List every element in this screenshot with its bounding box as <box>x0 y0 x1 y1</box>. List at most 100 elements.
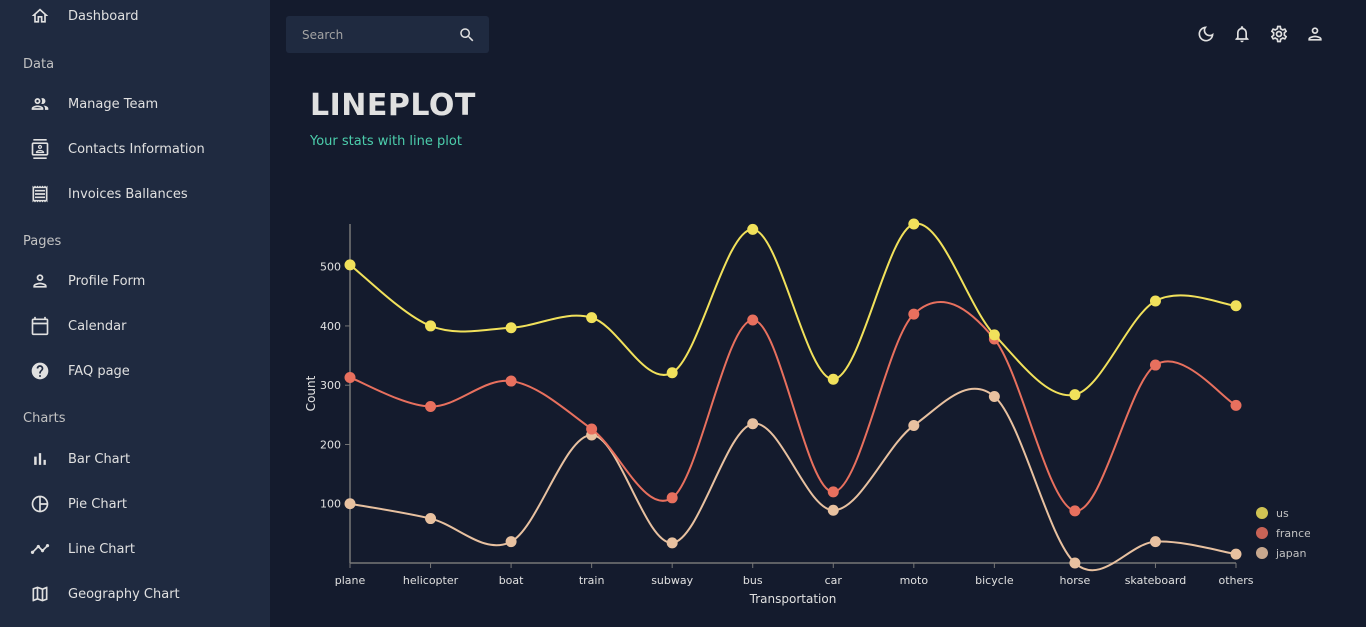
y-tick-label: 300 <box>320 379 341 392</box>
sidebar-item-line-chart[interactable]: Line Chart <box>0 529 270 569</box>
data-point-france <box>666 492 678 504</box>
y-tick-label: 200 <box>320 438 341 451</box>
legend-label-france: france <box>1276 527 1310 540</box>
series-line-us <box>349 222 1237 397</box>
data-point-japan <box>747 418 759 430</box>
data-point-japan <box>425 513 437 525</box>
data-point-japan <box>827 504 839 516</box>
section-title-pages: Pages <box>23 234 62 249</box>
page-title: LINEPLOT <box>310 88 476 123</box>
data-point-france <box>1149 359 1161 371</box>
receipt-icon <box>30 184 50 204</box>
data-point-france <box>505 375 517 387</box>
x-tick-label: bus <box>743 574 763 587</box>
timeline-icon <box>30 539 50 559</box>
x-tick-label: car <box>825 574 843 587</box>
calendar-icon <box>30 316 50 336</box>
data-point-us <box>666 367 678 379</box>
data-point-us <box>1069 389 1081 401</box>
sidebar-item-dashboard[interactable]: Dashboard <box>0 0 270 36</box>
search-button[interactable] <box>456 24 478 46</box>
profile-button[interactable] <box>1303 22 1327 46</box>
data-point-france <box>586 423 598 435</box>
data-point-us <box>747 223 759 235</box>
sidebar-item-calendar[interactable]: Calendar <box>0 306 270 346</box>
home-icon <box>30 6 50 26</box>
sidebar: Dashboard Data Manage Team Contacts Info… <box>0 0 270 627</box>
data-point-japan <box>1230 548 1242 560</box>
section-title-charts: Charts <box>23 411 66 426</box>
data-point-us <box>827 373 839 385</box>
legend-label-us: us <box>1276 507 1289 520</box>
sidebar-item-label: Dashboard <box>68 8 139 24</box>
x-tick-label: boat <box>499 574 524 587</box>
sidebar-item-label: Profile Form <box>68 273 146 289</box>
series-line-france <box>349 301 1237 512</box>
data-point-us <box>988 329 1000 341</box>
settings-icon <box>1270 25 1288 43</box>
data-point-us <box>344 259 356 271</box>
y-tick-label: 400 <box>320 320 341 333</box>
sidebar-item-label: Manage Team <box>68 96 159 112</box>
legend-swatch-france <box>1256 527 1268 539</box>
data-point-us <box>505 322 517 334</box>
sidebar-item-label: Geography Chart <box>68 586 180 602</box>
sidebar-item-label: FAQ page <box>68 363 130 379</box>
contacts-icon <box>30 139 50 159</box>
person-icon <box>30 271 50 291</box>
sidebar-item-label: Calendar <box>68 318 127 334</box>
data-point-france <box>908 308 920 320</box>
x-tick-label: horse <box>1060 574 1091 587</box>
person-icon <box>1308 27 1322 41</box>
data-point-us <box>1149 295 1161 307</box>
sidebar-item-invoices-ballances[interactable]: Invoices Ballances <box>0 174 270 214</box>
notifications-button[interactable] <box>1230 22 1254 46</box>
x-tick-label: subway <box>651 574 693 587</box>
section-title-data: Data <box>23 57 55 72</box>
help-icon <box>30 361 50 381</box>
sidebar-item-label: Line Chart <box>68 541 135 557</box>
data-point-japan <box>344 498 356 510</box>
line-chart: 100 200 300 400 500 plane helicopter boat train s… <box>304 218 1310 606</box>
data-point-france <box>425 401 437 413</box>
notifications-icon <box>1235 26 1249 43</box>
y-tick-label: 100 <box>320 498 341 511</box>
search-box <box>286 16 489 53</box>
sidebar-item-label: Bar Chart <box>68 451 131 467</box>
data-point-japan <box>908 420 920 432</box>
sidebar-item-contacts-information[interactable]: Contacts Information <box>0 129 270 169</box>
sidebar-item-faq[interactable]: FAQ page <box>0 351 270 391</box>
sidebar-item-manage-team[interactable]: Manage Team <box>0 84 270 124</box>
data-point-france <box>344 371 356 383</box>
x-tick-label: bicycle <box>975 574 1014 587</box>
data-point-france <box>747 314 759 326</box>
x-tick-label: skateboard <box>1125 574 1187 587</box>
search-input[interactable] <box>286 16 451 53</box>
dark-mode-button[interactable] <box>1194 22 1218 46</box>
data-point-japan <box>988 390 1000 402</box>
settings-button[interactable] <box>1267 22 1291 46</box>
data-point-france <box>1230 399 1242 411</box>
sidebar-item-geography-chart[interactable]: Geography Chart <box>0 574 270 614</box>
sidebar-item-pie-chart[interactable]: Pie Chart <box>0 484 270 524</box>
x-tick-label: moto <box>900 574 929 587</box>
sidebar-item-label: Invoices Ballances <box>68 186 188 202</box>
map-icon <box>30 584 50 604</box>
x-tick-label: plane <box>335 574 366 587</box>
data-point-japan <box>505 536 517 548</box>
y-axis-label: Count <box>304 375 318 411</box>
data-point-us <box>425 320 437 332</box>
dark-mode-icon <box>1198 26 1214 42</box>
sidebar-item-profile-form[interactable]: Profile Form <box>0 261 270 301</box>
sidebar-item-label: Pie Chart <box>68 496 128 512</box>
people-icon <box>30 94 50 114</box>
page-subtitle: Your stats with line plot <box>310 134 462 149</box>
data-point-japan <box>1069 557 1081 569</box>
data-point-us <box>586 312 598 324</box>
sidebar-item-bar-chart[interactable]: Bar Chart <box>0 439 270 479</box>
pie-chart-icon <box>30 494 50 514</box>
x-tick-label: others <box>1218 574 1253 587</box>
bar-chart-icon <box>30 449 50 469</box>
x-axis-label: Transportation <box>749 592 837 606</box>
series-line-japan <box>349 387 1237 572</box>
